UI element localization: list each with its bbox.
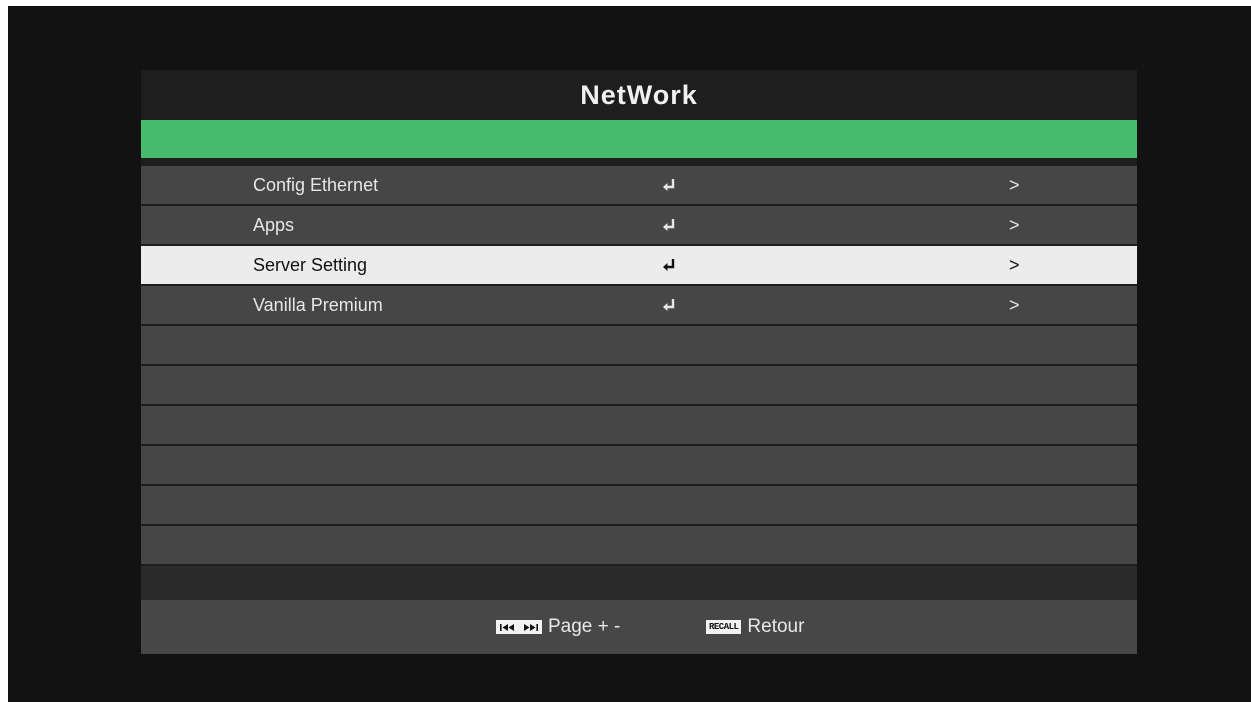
menu-item-config-ethernet[interactable]: Config Ethernet > bbox=[141, 166, 1137, 204]
menu-list: Config Ethernet > Apps > Server Setting … bbox=[141, 166, 1137, 566]
enter-icon bbox=[661, 217, 677, 233]
chevron-right-icon: > bbox=[1009, 255, 1020, 275]
chevron-right-icon: > bbox=[1009, 215, 1020, 235]
chevron-right-icon: > bbox=[1009, 295, 1020, 315]
tv-screen: NetWork Config Ethernet > Apps > Server … bbox=[8, 6, 1251, 702]
page-hint-label: Page + - bbox=[548, 616, 621, 637]
accent-bar bbox=[141, 120, 1137, 158]
empty-menu-row bbox=[141, 406, 1137, 444]
chevron-right-icon: > bbox=[1009, 175, 1020, 195]
enter-icon bbox=[661, 257, 677, 273]
menu-item-label: Vanilla Premium bbox=[253, 295, 383, 315]
empty-menu-row bbox=[141, 446, 1137, 484]
menu-item-vanilla-premium[interactable]: Vanilla Premium > bbox=[141, 286, 1137, 324]
recall-key: RECALL bbox=[706, 620, 742, 634]
empty-menu-row bbox=[141, 526, 1137, 564]
divider-band bbox=[141, 566, 1137, 600]
empty-menu-row bbox=[141, 486, 1137, 524]
menu-item-server-setting[interactable]: Server Setting > bbox=[141, 246, 1137, 284]
recall-hint-label: Retour bbox=[747, 616, 805, 637]
network-menu-panel: NetWork Config Ethernet > Apps > Server … bbox=[141, 70, 1137, 654]
empty-menu-row bbox=[141, 366, 1137, 404]
empty-menu-row bbox=[141, 326, 1137, 364]
recall-hint: RECALL Retour bbox=[706, 600, 804, 654]
menu-item-label: Config Ethernet bbox=[253, 175, 379, 195]
menu-item-label: Server Setting bbox=[253, 255, 368, 275]
enter-icon bbox=[661, 297, 677, 313]
page-hint: Page + - bbox=[496, 600, 620, 654]
enter-icon bbox=[661, 177, 677, 193]
menu-item-apps[interactable]: Apps > bbox=[141, 206, 1137, 244]
skip-prev-next-icon bbox=[496, 620, 542, 634]
help-footer: Page + - RECALL Retour bbox=[141, 600, 1137, 654]
menu-item-label: Apps bbox=[253, 215, 295, 235]
page-title: NetWork bbox=[580, 79, 698, 110]
